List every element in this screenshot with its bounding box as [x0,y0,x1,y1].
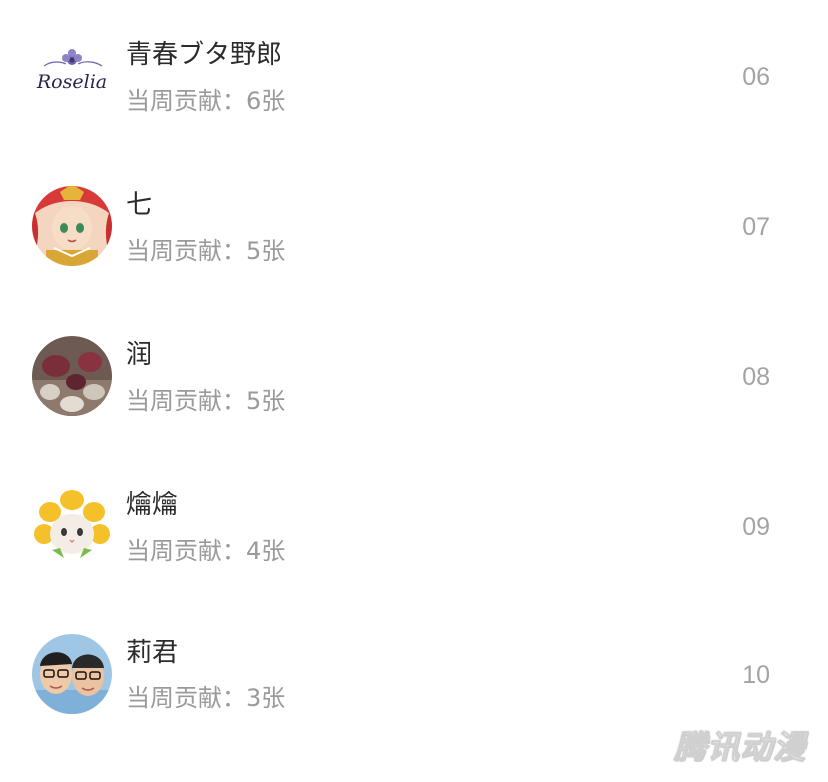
rank-number: 10 [742,661,770,689]
avatar[interactable] [32,336,112,416]
avatar[interactable]: Roselia [32,38,112,118]
list-item[interactable]: 七 当周贡献：5张 07 [0,150,828,300]
weekly-contribution: 当周贡献：5张 [126,237,286,265]
list-item[interactable]: Roselia 青春ブタ野郎 当周贡献：6张 06 [0,0,828,150]
rank-number: 08 [742,363,770,391]
photo-beans-icon [32,336,112,416]
user-name: 润 [126,340,153,370]
roselia-logo-text: Roselia [36,71,107,93]
user-name: 爚爚 [126,490,179,520]
list-item[interactable]: 爚爚 当周贡献：4张 09 [0,450,828,600]
user-name: 七 [126,190,153,220]
rank-number: 06 [742,63,770,91]
cat-flower-hat-icon [32,486,112,566]
avatar[interactable] [32,634,112,714]
avatar[interactable] [32,486,112,566]
weekly-contribution: 当周贡献：6张 [126,87,286,115]
user-name: 青春ブタ野郎 [126,40,283,70]
couple-photo-icon [32,634,112,714]
watermark-logo: 腾讯动漫 [673,728,806,767]
roselia-logo-icon: Roselia [32,38,112,118]
weekly-contribution: 当周贡献：5张 [126,387,286,415]
user-name: 莉君 [126,638,179,668]
rank-number: 09 [742,513,770,541]
rank-number: 07 [742,213,770,241]
weekly-contribution: 当周贡献：3张 [126,684,286,712]
list-item[interactable]: 润 当周贡献：5张 08 [0,300,828,450]
weekly-contribution: 当周贡献：4张 [126,537,286,565]
avatar[interactable] [32,186,112,266]
anime-avatar-icon [32,186,112,266]
